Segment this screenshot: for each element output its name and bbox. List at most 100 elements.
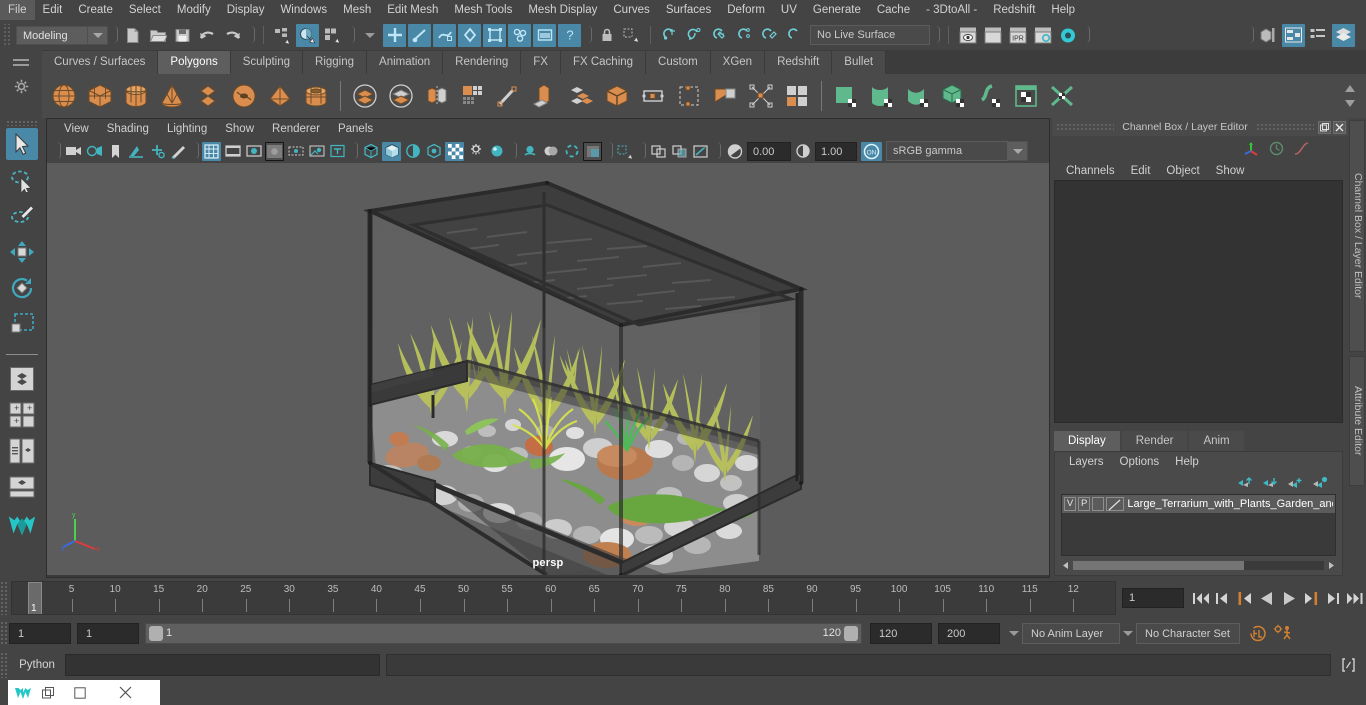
ambient-occlusion-icon[interactable] (487, 142, 506, 161)
menu-item-file[interactable]: File (0, 0, 35, 20)
auto-key-icon[interactable] (1246, 622, 1269, 645)
boolean-union-icon[interactable] (348, 78, 382, 114)
exposure-icon[interactable] (307, 142, 326, 161)
menu-item-help[interactable]: Help (1043, 0, 1083, 20)
command-line-language-label[interactable]: Python (9, 659, 65, 671)
vertical-tab-attribute-editor[interactable]: Attribute Editor (1349, 356, 1365, 486)
panel-zoom-icon[interactable] (670, 142, 689, 161)
render-current-frame-icon[interactable] (956, 24, 979, 47)
command-line-grip[interactable] (0, 652, 9, 678)
multisample-icon[interactable] (541, 142, 560, 161)
menu-item-generate[interactable]: Generate (805, 0, 869, 20)
undo-icon[interactable] (196, 24, 219, 47)
lock-icon[interactable] (595, 24, 618, 47)
axis-gizmo-icon[interactable] (1240, 137, 1263, 160)
menu-item-mesh-display[interactable]: Mesh Display (520, 0, 605, 20)
snap-to-projected-center-icon[interactable] (733, 24, 756, 47)
shelf-tabs-menu-icon[interactable] (13, 59, 29, 67)
scroll-right-arrow[interactable] (1327, 557, 1336, 575)
poly-torus-icon[interactable] (227, 78, 261, 114)
snapshot-icon[interactable] (691, 142, 710, 161)
show-hide-channel-box-icon[interactable] (1332, 23, 1355, 47)
two-d-pan-zoom-icon[interactable] (148, 142, 167, 161)
menu-item-edit[interactable]: Edit (35, 0, 71, 20)
menu-item-windows[interactable]: Windows (272, 0, 335, 20)
extrude-icon[interactable] (564, 78, 598, 114)
render-sequence-icon[interactable] (981, 24, 1004, 47)
status-line-grip[interactable] (2, 24, 11, 46)
poly-sphere-icon[interactable] (47, 78, 81, 114)
image-planes-icon[interactable] (533, 23, 556, 47)
append-polygon-icon[interactable] (708, 78, 742, 114)
move-layer-down-icon[interactable] (1258, 474, 1281, 490)
layer-menu-help[interactable]: Help (1167, 456, 1207, 468)
current-time-indicator[interactable]: 1 (28, 582, 42, 614)
menu-item-edit-mesh[interactable]: Edit Mesh (379, 0, 446, 20)
scroll-left-arrow[interactable] (1061, 557, 1070, 575)
shelf-tab-bullet[interactable]: Bullet (832, 51, 887, 74)
isolate-selected-objects-icon[interactable] (616, 142, 635, 161)
poly-pyramid-icon[interactable] (263, 78, 297, 114)
menu-item-cache[interactable]: Cache (869, 0, 918, 20)
range-slider-track[interactable]: 1 120 (145, 622, 862, 644)
undock-icon[interactable] (1318, 120, 1331, 134)
gamma-adjust-icon[interactable] (792, 142, 814, 161)
step-forward-frame-icon[interactable] (1300, 586, 1322, 610)
menu-item-select[interactable]: Select (121, 0, 169, 20)
quad-draw-icon[interactable] (456, 78, 490, 114)
shelf-tab-rigging[interactable]: Rigging (303, 51, 368, 74)
new-scene-icon[interactable] (121, 24, 144, 47)
animation-start-time-field[interactable]: 1 (9, 622, 71, 644)
viewport-menu-renderer[interactable]: Renderer (263, 123, 329, 135)
depth-of-field-icon[interactable] (562, 142, 581, 161)
resolution-gate-icon[interactable] (244, 142, 263, 161)
redo-icon[interactable] (221, 24, 244, 47)
status-separator-6[interactable] (1082, 25, 1090, 45)
rotate-tool[interactable] (6, 272, 38, 304)
shelf-tab-xgen[interactable]: XGen (710, 51, 766, 74)
viewport-toolbar-grip[interactable] (53, 141, 61, 161)
viewport-menu-panels[interactable]: Panels (329, 123, 382, 135)
layer-menu-options[interactable]: Options (1112, 456, 1168, 468)
layer-list[interactable]: V P Large_Terrarium_with_Plants_Garden_a… (1061, 494, 1336, 556)
step-back-frame-icon[interactable] (1234, 586, 1256, 610)
current-frame-field[interactable]: 1 (1122, 588, 1184, 608)
go-to-end-icon[interactable] (1344, 586, 1366, 610)
open-scene-icon[interactable] (146, 24, 169, 47)
layer-tab-anim[interactable]: Anim (1189, 431, 1244, 452)
play-backwards-icon[interactable] (1256, 586, 1278, 610)
component-mask-dropdown-icon[interactable] (358, 24, 381, 47)
poly-cylinder-icon[interactable] (119, 78, 153, 114)
create-uv-plane-icon[interactable] (829, 78, 863, 114)
select-by-hierarchy-icon[interactable] (271, 24, 294, 47)
menu-item-create[interactable]: Create (70, 0, 121, 20)
viewport-menu-show[interactable]: Show (216, 123, 263, 135)
shelf-options-gear-icon[interactable] (14, 79, 29, 99)
shelf-tab-rendering[interactable]: Rendering (443, 51, 522, 74)
playback-end-time-field[interactable]: 120 (870, 622, 932, 644)
menu-item-deform[interactable]: Deform (719, 0, 773, 20)
menu-item-display[interactable]: Display (219, 0, 273, 20)
face-icon[interactable] (458, 23, 481, 47)
menu-item-mesh[interactable]: Mesh (335, 0, 379, 20)
layer-list-horizontal-scrollbar[interactable] (1061, 560, 1336, 571)
menu-item-surfaces[interactable]: Surfaces (658, 0, 719, 20)
channel-box-menu-channels[interactable]: Channels (1058, 165, 1123, 177)
menu-item-curves[interactable]: Curves (605, 0, 657, 20)
toolbox-grip[interactable] (6, 120, 38, 126)
uv-editor-icon[interactable] (1009, 78, 1043, 114)
curve-icon[interactable] (1290, 137, 1313, 160)
menu-item-3dtoall[interactable]: - 3DtoAll - (918, 0, 985, 20)
shelf-tab-polygons[interactable]: Polygons (158, 51, 231, 74)
unfold-uv-icon[interactable] (973, 78, 1007, 114)
step-forward-keyframe-icon[interactable] (1322, 586, 1344, 610)
menu-set-dropdown-arrow[interactable] (88, 25, 108, 45)
character-set-dropdown-arrow[interactable] (1120, 630, 1136, 636)
grid-view-icon[interactable] (649, 142, 668, 161)
multi-cut-icon[interactable] (528, 78, 562, 114)
viewport-3d-canvas[interactable]: y x z persp (47, 163, 1049, 575)
go-to-start-icon[interactable] (1190, 586, 1212, 610)
layer-menu-layers[interactable]: Layers (1061, 456, 1112, 468)
color-management-dropdown-arrow[interactable] (1008, 141, 1028, 161)
menu-set-selector[interactable]: Modeling (16, 25, 88, 45)
